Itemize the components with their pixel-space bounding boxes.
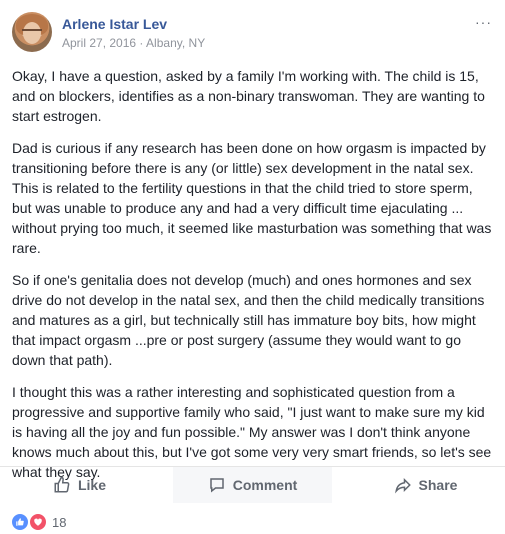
avatar[interactable] bbox=[12, 12, 52, 52]
post-paragraph: Dad is curious if any research has been … bbox=[12, 140, 492, 256]
reaction-summary[interactable]: 18 bbox=[10, 510, 66, 534]
author-name[interactable]: Arlene Istar Lev bbox=[62, 16, 167, 32]
love-reaction-icon bbox=[28, 512, 48, 532]
facebook-post: Arlene Istar Lev April 27, 2016 · Albany… bbox=[0, 0, 505, 534]
post-paragraph: Okay, I have a question, asked by a fami… bbox=[12, 68, 485, 124]
post-paragraph: So if one's genitalia does not develop (… bbox=[12, 272, 485, 368]
comment-button[interactable]: Comment bbox=[173, 467, 332, 503]
like-reaction-icon bbox=[10, 512, 30, 532]
comment-label: Comment bbox=[232, 477, 298, 493]
like-button[interactable]: Like bbox=[0, 467, 159, 503]
thumbs-up-icon bbox=[54, 476, 70, 493]
post-body: Okay, I have a question, asked by a fami… bbox=[12, 66, 496, 494]
share-label: Share bbox=[418, 477, 458, 493]
share-arrow-icon bbox=[394, 477, 411, 494]
reaction-count: 18 bbox=[52, 514, 67, 530]
post-date-location[interactable]: April 27, 2016 · Albany, NY bbox=[62, 36, 205, 50]
share-button[interactable]: Share bbox=[346, 467, 505, 503]
comment-icon bbox=[209, 478, 224, 493]
like-label: Like bbox=[77, 477, 106, 493]
post-header: Arlene Istar Lev April 27, 2016 · Albany… bbox=[12, 12, 492, 56]
post-actions: Like Comment Share bbox=[0, 466, 505, 503]
more-options-icon[interactable]: ··· bbox=[475, 14, 492, 30]
